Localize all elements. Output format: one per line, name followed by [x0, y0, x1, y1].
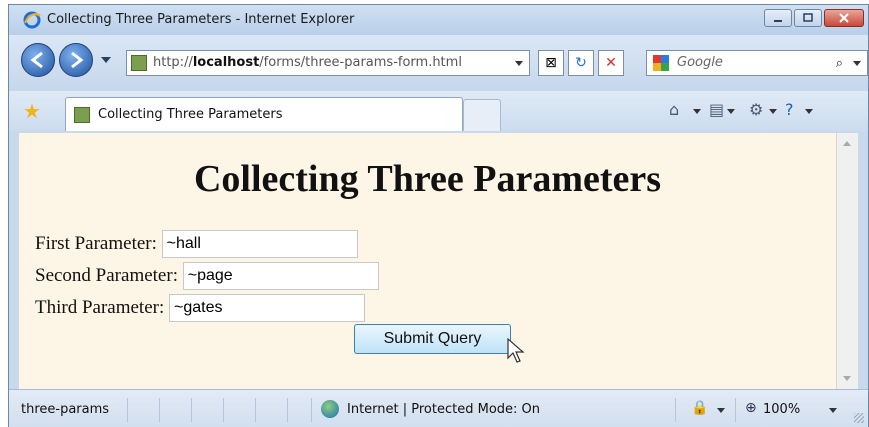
search-box[interactable]: Google ⌕ [646, 50, 868, 76]
lock-icon[interactable]: 🔒 [691, 400, 708, 416]
back-arrow-icon [30, 51, 43, 69]
lock-dropdown-icon[interactable] [717, 408, 725, 413]
close-button[interactable] [824, 9, 864, 27]
tab-favicon-icon [74, 107, 90, 123]
stop-button[interactable]: ✕ [598, 50, 624, 76]
minimize-button[interactable] [764, 9, 792, 27]
zoom-dropdown-icon[interactable] [829, 408, 837, 413]
first-parameter-row: First Parameter: [35, 230, 358, 258]
window-controls [764, 9, 864, 27]
compatibility-button[interactable]: ⊠ [538, 50, 564, 76]
first-parameter-label: First Parameter: [35, 233, 157, 254]
forward-arrow-icon [71, 51, 84, 69]
search-icon[interactable]: ⌕ [836, 56, 843, 71]
navigation-bar: http://localhost/forms/three-params-form… [9, 35, 868, 91]
tools-dropdown-icon[interactable] [769, 109, 777, 114]
favorites-star-icon[interactable]: ★ [23, 101, 41, 121]
forward-button[interactable] [59, 43, 93, 77]
status-divider [735, 398, 736, 422]
help-icon[interactable]: ? [785, 101, 794, 119]
gear-icon[interactable]: ⚙ [749, 101, 763, 119]
compatibility-icon: ⊠ [545, 55, 557, 71]
status-divider [287, 398, 288, 422]
scroll-down-icon[interactable] [843, 376, 851, 381]
resize-grip[interactable] [854, 413, 864, 423]
address-dropdown-icon[interactable] [515, 61, 523, 66]
refresh-icon: ↻ [575, 55, 587, 71]
mouse-cursor-icon [507, 338, 525, 363]
recent-pages-dropdown[interactable] [101, 57, 111, 63]
status-divider [255, 398, 256, 422]
address-bar[interactable]: http://localhost/forms/three-params-form… [126, 50, 530, 76]
ie-logo-icon [23, 11, 41, 29]
status-divider [311, 398, 312, 422]
first-parameter-input[interactable] [161, 230, 358, 258]
title-bar: Collecting Three Parameters - Internet E… [9, 5, 868, 35]
status-divider [675, 398, 676, 422]
back-button[interactable] [21, 43, 55, 77]
google-logo-icon [653, 55, 669, 71]
third-parameter-row: Third Parameter: [35, 294, 366, 322]
home-dropdown-icon[interactable] [693, 109, 701, 114]
help-dropdown-icon[interactable] [805, 109, 813, 114]
status-divider [223, 398, 224, 422]
search-dropdown-icon[interactable] [853, 61, 861, 66]
new-tab-button[interactable] [463, 99, 501, 131]
submit-query-button[interactable]: Submit Query [354, 324, 511, 354]
status-text: three-params [21, 402, 110, 417]
stop-icon: ✕ [605, 55, 617, 71]
status-divider [159, 398, 160, 422]
maximize-button[interactable] [794, 9, 822, 27]
second-parameter-label: Second Parameter: [35, 265, 178, 286]
page-icon[interactable]: ▤ [709, 101, 724, 119]
second-parameter-row: Second Parameter: [35, 262, 379, 290]
security-zone-text[interactable]: Internet | Protected Mode: On [347, 402, 540, 417]
page-favicon-icon [131, 55, 147, 71]
vertical-scrollbar[interactable] [836, 133, 858, 389]
tab-active[interactable]: Collecting Three Parameters [65, 97, 463, 131]
home-icon[interactable]: ⌂ [669, 101, 679, 119]
third-parameter-input[interactable] [169, 294, 366, 322]
browser-window: Collecting Three Parameters - Internet E… [8, 4, 869, 427]
tab-label: Collecting Three Parameters [98, 107, 283, 122]
window-title: Collecting Three Parameters - Internet E… [47, 12, 355, 27]
internet-zone-icon [321, 400, 339, 418]
address-url[interactable]: http://localhost/forms/three-params-form… [153, 55, 462, 70]
status-bar: three-params Internet | Protected Mode: … [9, 389, 868, 427]
page-title: Collecting Three Parameters [193, 158, 662, 200]
status-divider [191, 398, 192, 422]
page-content: Collecting Three Parameters First Parame… [19, 133, 836, 389]
status-divider [127, 398, 128, 422]
search-placeholder: Google [677, 55, 723, 70]
second-parameter-input[interactable] [182, 262, 379, 290]
page-dropdown-icon[interactable] [727, 109, 735, 114]
refresh-button[interactable]: ↻ [568, 50, 594, 76]
minimize-icon [774, 20, 782, 22]
zoom-icon[interactable]: ⊕ [745, 400, 757, 416]
scroll-up-icon[interactable] [843, 141, 851, 146]
maximize-icon [803, 13, 813, 22]
close-icon [839, 13, 849, 23]
zoom-level[interactable]: 100% [763, 402, 800, 417]
third-parameter-label: Third Parameter: [35, 297, 165, 318]
tab-bar: ★ Collecting Three Parameters ⌂ ▤ ⚙ ? [9, 91, 868, 131]
